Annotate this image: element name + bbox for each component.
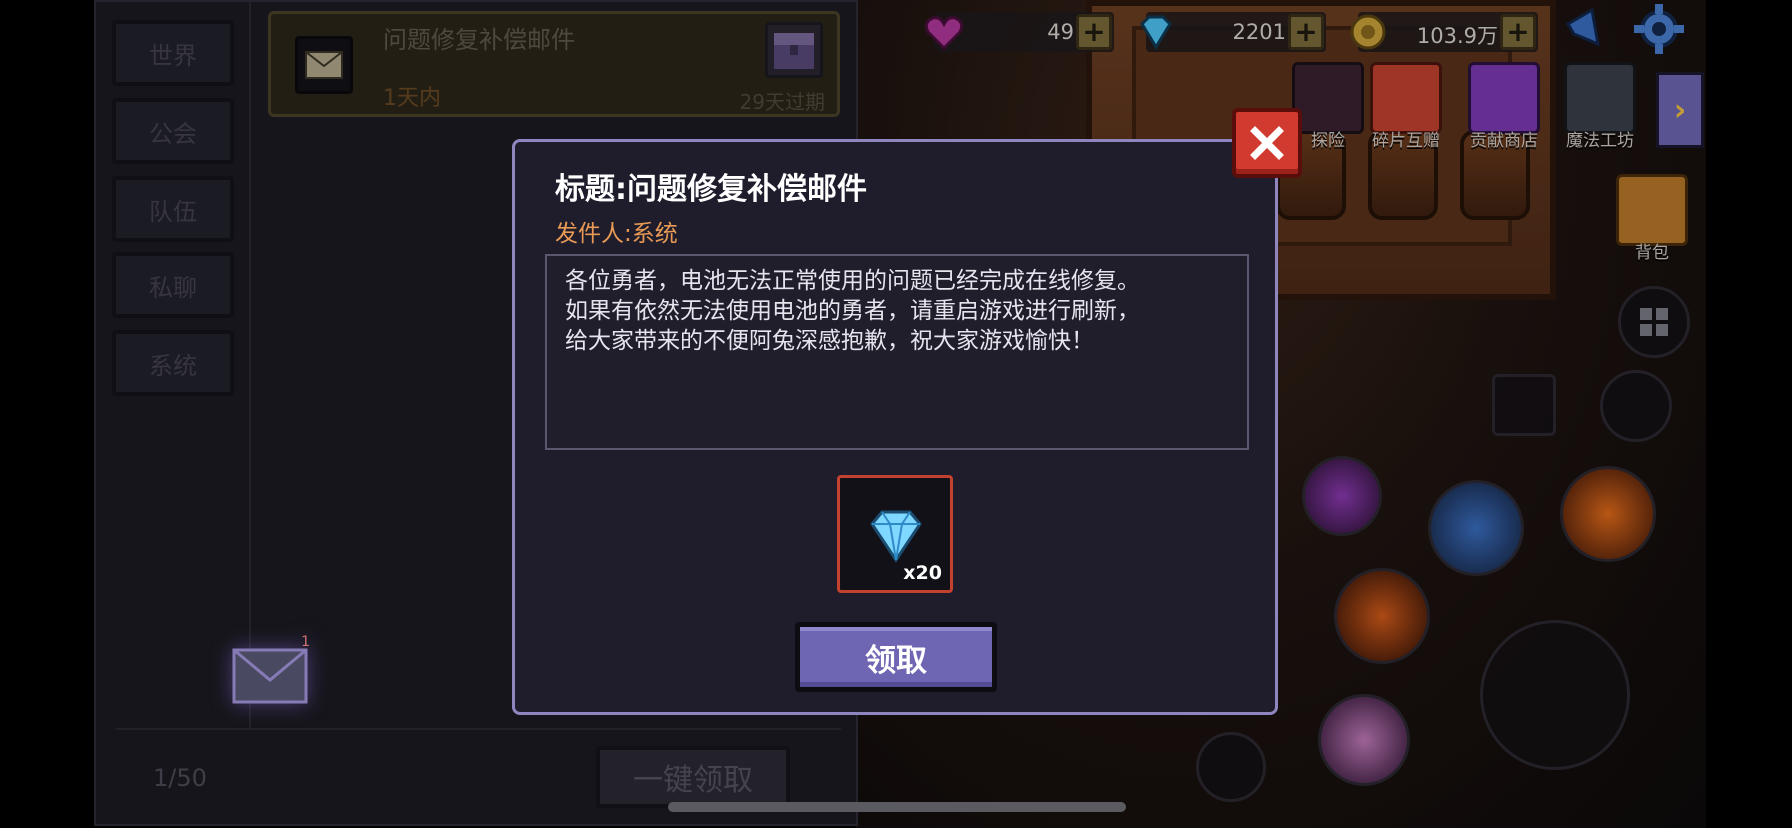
- dialog-sender: 发件人:系统: [555, 221, 678, 247]
- dialog-title: 标题:问题修复补偿邮件: [555, 172, 867, 207]
- mail-body-line: 如果有依然无法使用电池的勇者，请重启游戏进行刷新，: [565, 298, 1140, 324]
- claim-label: 领取: [865, 642, 927, 679]
- home-indicator[interactable]: [668, 802, 1126, 812]
- gem-icon: [870, 510, 922, 563]
- reward-slot[interactable]: x20: [837, 475, 953, 593]
- claim-button[interactable]: 领取: [795, 622, 997, 692]
- close-icon: [1250, 126, 1284, 160]
- mail-body-line: 给大家带来的不便阿兔深感抱歉，祝大家游戏愉快！: [565, 328, 1094, 354]
- mail-body: 各位勇者，电池无法正常使用的问题已经完成在线修复。 如果有依然无法使用电池的勇者…: [545, 254, 1249, 450]
- close-dialog-button[interactable]: [1232, 108, 1302, 178]
- mail-body-line: 各位勇者，电池无法正常使用的问题已经完成在线修复。: [565, 268, 1140, 294]
- reward-quantity: x20: [903, 562, 942, 584]
- mail-detail-dialog: 标题:问题修复补偿邮件 发件人:系统 各位勇者，电池无法正常使用的问题已经完成在…: [512, 139, 1278, 715]
